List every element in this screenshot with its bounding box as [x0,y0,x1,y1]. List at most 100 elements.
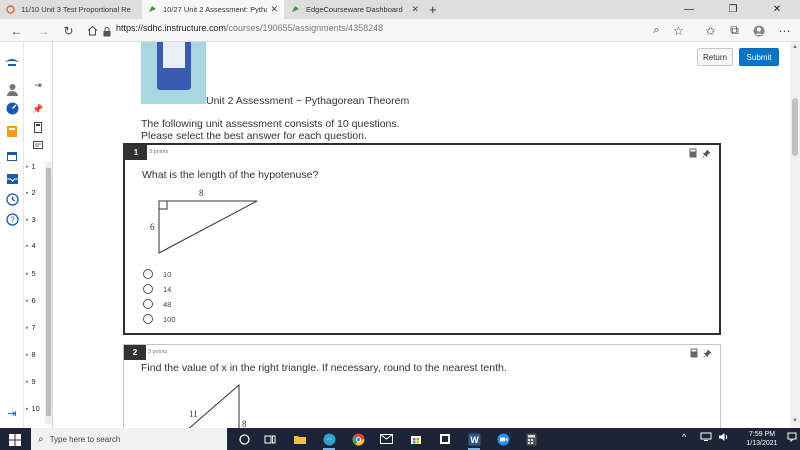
question-nav-item[interactable]: ▸ 4 [26,241,36,250]
question-tools [689,348,712,358]
windows-start-icon[interactable] [9,433,21,446]
page-scrollbar[interactable]: ▲ ▼ [790,42,800,428]
question-nav-scrollbar[interactable] [45,162,52,424]
calendar-icon[interactable] [4,148,20,163]
calculator-icon[interactable] [688,148,697,158]
question-nav-number: 1 [31,162,36,171]
answer-option[interactable]: 14 [143,284,171,294]
pin-icon[interactable] [703,348,712,358]
submit-button[interactable]: Submit [739,48,779,66]
scrollbar-thumb[interactable] [46,168,51,416]
show-hidden-icons-icon[interactable]: ^ [682,432,686,442]
clock-time: 7:59 PM [748,431,776,438]
cortana-icon[interactable] [236,431,252,447]
zoom-icon[interactable]: ⌕ [648,22,665,39]
edge-browser-icon[interactable] [321,431,337,450]
taskbar-clock[interactable]: 7:59 PM 1/13/2021 [740,430,784,448]
file-explorer-icon[interactable] [292,431,308,447]
notes-icon[interactable] [29,138,47,152]
answer-option[interactable]: 10 [143,269,171,279]
notifications-icon[interactable] [787,432,797,444]
answer-option[interactable]: 100 [143,314,176,324]
answer-option[interactable]: 48 [143,299,171,309]
browser-tab-2[interactable]: 10/27 Unit 2 Assessment: Pythag ✕ [142,0,284,19]
question-nav-item[interactable]: ▸ 3 [26,215,36,224]
answer-radio[interactable] [143,299,153,309]
question-nav-item[interactable]: ▸ 6 [26,296,36,305]
favorite-star-icon[interactable]: ☆ [670,22,687,39]
canvas-favicon-icon [6,5,15,14]
calculator-app-icon[interactable] [523,431,539,447]
expand-caret-icon: ▸ [26,242,29,249]
history-icon[interactable] [4,192,20,207]
calculator-icon[interactable] [29,120,47,134]
courses-icon[interactable] [4,124,20,139]
global-navigation: ? ⇥ [0,42,24,428]
question-nav-item[interactable]: ▸ 5 [26,269,36,278]
home-icon[interactable] [84,22,101,39]
question-nav-number: 4 [31,241,36,250]
answer-radio[interactable] [143,314,153,324]
inbox-icon[interactable] [4,171,20,186]
question-number-tag: 1 [125,145,147,160]
answer-radio[interactable] [143,269,153,279]
close-tab-icon[interactable]: ✕ [411,4,419,15]
collapse-nav-icon[interactable]: ⇥ [4,406,20,421]
question-text: What is the length of the hypotenuse? [142,169,319,181]
question-nav-item[interactable]: ▸ 2 [26,188,36,197]
collapse-arrow-icon[interactable]: ⇥ [29,78,47,92]
scroll-up-icon[interactable]: ▲ [792,44,798,50]
question-nav-item[interactable]: ▸ 10 [26,404,40,413]
windows-security-icon[interactable] [437,431,453,447]
question-nav-item[interactable]: ▸ 9 [26,377,36,386]
more-menu-icon[interactable]: ⋯ [776,22,793,39]
browser-tab-title: 10/27 Unit 2 Assessment: Pythag [163,5,267,14]
browser-tab-3[interactable]: EdgeCourseware Dashboard ✕ [285,0,425,19]
mail-icon[interactable] [378,431,394,447]
browser-tab-title: 11/10 Unit 3 Test Proportional Re [21,5,131,14]
task-view-icon[interactable] [262,431,278,447]
pin-icon[interactable]: 📌 [29,102,47,116]
close-window-icon[interactable]: ✕ [755,0,799,19]
forward-icon[interactable]: → [35,22,52,39]
return-button[interactable]: Return [697,48,733,66]
taskbar-search[interactable]: ⌕ Type here to search [31,428,227,450]
back-icon[interactable]: ← [8,22,25,39]
restore-icon[interactable]: ❐ [711,0,755,19]
microsoft-store-icon[interactable] [408,431,424,447]
volume-icon[interactable] [718,432,729,444]
question-nav-item[interactable]: ▸ 8 [26,350,36,359]
answer-label: 10 [163,269,172,279]
assessment-intro: The following unit assessment consists o… [141,118,400,142]
chrome-icon[interactable] [350,431,366,447]
question-nav-item[interactable]: ▸ 1 [26,162,36,171]
expand-caret-icon: ▸ [26,189,29,196]
answer-radio[interactable] [143,284,153,294]
minimize-icon[interactable]: — [667,0,711,19]
account-icon[interactable] [4,82,20,97]
word-icon[interactable]: W [466,431,482,450]
calculator-icon[interactable] [689,348,698,358]
help-icon[interactable]: ? [4,212,20,227]
favorites-icon[interactable]: ✩ [702,22,719,39]
close-tab-icon[interactable]: ✕ [270,4,278,15]
question-nav-item[interactable]: ▸ 7 [26,323,36,332]
question-nav-number: 6 [31,296,36,305]
address-bar[interactable]: https://sdhc.instructure.com/courses/190… [116,23,383,33]
browser-tab-1[interactable]: 11/10 Unit 3 Test Proportional Re [0,0,141,19]
collections-icon[interactable]: ⧉ [726,22,743,39]
school-logo-icon[interactable] [4,54,20,69]
scroll-down-icon[interactable]: ▼ [792,418,798,424]
network-icon[interactable] [700,432,712,444]
svg-text:?: ? [10,216,15,225]
scrollbar-thumb[interactable] [792,98,798,156]
side-label: 8 [242,419,247,428]
question-nav-number: 7 [31,323,36,332]
side-label-left: 6 [150,222,155,232]
zoom-app-icon[interactable] [495,431,511,447]
dashboard-icon[interactable] [4,101,20,116]
pin-icon[interactable] [702,148,711,158]
profile-icon[interactable] [750,22,767,39]
new-tab-icon[interactable]: + [429,2,437,17]
refresh-icon[interactable]: ↻ [60,22,77,39]
